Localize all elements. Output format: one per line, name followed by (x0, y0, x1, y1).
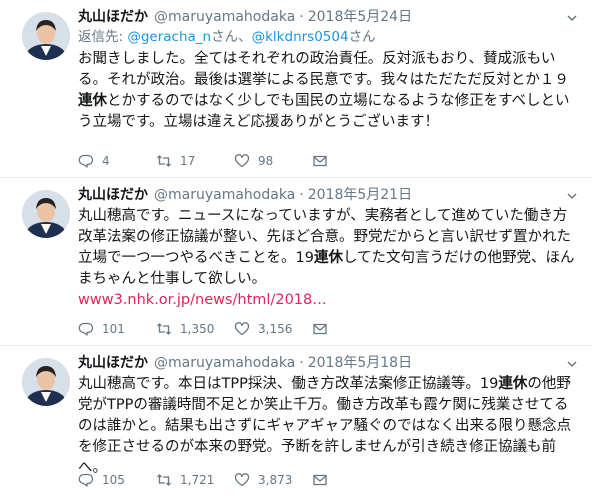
like-button[interactable]: 3,156 (234, 321, 312, 337)
separator: · (299, 187, 304, 203)
like-count: 98 (258, 154, 274, 168)
tweet-text-highlight: 連休 (78, 93, 107, 109)
tweet-text: 丸山穂高です。本日はTPP採決、働き方改革法案修正協議等。19連休の他野党がTP… (78, 374, 580, 479)
tweet[interactable]: 丸山ほだか @maruyamahodaka · 2018年5月21日 丸山穂高で… (0, 178, 592, 346)
reply-button[interactable]: 105 (78, 472, 156, 488)
avatar[interactable] (22, 190, 70, 238)
retweet-icon (157, 155, 171, 167)
reply-count: 4 (102, 154, 110, 168)
retweet-count: 1,721 (180, 473, 215, 487)
retweet-button[interactable]: 1,350 (156, 321, 234, 337)
retweet-button[interactable]: 17 (156, 153, 234, 169)
reply-icon (78, 473, 94, 487)
dm-button[interactable] (312, 321, 390, 337)
like-count: 3,873 (258, 473, 293, 487)
chevron-down-icon[interactable] (566, 190, 578, 202)
dm-button[interactable] (312, 472, 390, 488)
avatar[interactable] (22, 12, 70, 60)
reply-count: 105 (102, 473, 125, 487)
tweet-actions: 4 17 98 (78, 151, 390, 171)
reply-icon (78, 154, 94, 168)
separator: · (299, 9, 304, 25)
like-icon (234, 154, 250, 168)
chevron-down-icon[interactable] (566, 12, 578, 24)
like-icon (234, 473, 250, 487)
like-button[interactable]: 3,873 (234, 472, 312, 488)
tweet-text: お聞きしました。全てはそれぞれの政治責任。反対派もおり、賛成派もいる。それが政治… (78, 49, 580, 133)
reply-button[interactable]: 101 (78, 321, 156, 337)
tweet[interactable]: 丸山ほだか @maruyamahodaka · 2018年5月24日 返信先: … (0, 0, 592, 178)
tweet-date[interactable]: 2018年5月24日 (308, 8, 412, 26)
avatar[interactable] (22, 358, 70, 406)
tweet-text-highlight: 連休 (313, 250, 343, 266)
display-name[interactable]: 丸山ほだか (78, 186, 148, 204)
tweet-header: 丸山ほだか @maruyamahodaka · 2018年5月24日 (78, 8, 582, 26)
news-link[interactable]: www3.nhk.or.jp/news/html/2018… (78, 290, 582, 311)
tweet-text-part: とかするのではなく少しでも国民の立場になるような修正をすべしという立場です。立場… (78, 93, 570, 130)
tweet-date[interactable]: 2018年5月18日 (308, 354, 412, 372)
mention-link[interactable]: @geracha_n (127, 29, 211, 45)
timeline: 丸山ほだか @maruyamahodaka · 2018年5月24日 返信先: … (0, 0, 592, 496)
message-icon (313, 155, 327, 167)
tweet-actions: 101 1,350 3,156 (78, 319, 390, 339)
separator: · (299, 355, 304, 371)
mention-link[interactable]: @klkdnrs0504 (252, 29, 349, 45)
username[interactable]: @maruyamahodaka (154, 354, 295, 372)
tweet-actions: 105 1,721 3,873 (78, 470, 390, 490)
chevron-down-icon[interactable] (566, 358, 578, 370)
display-name[interactable]: 丸山ほだか (78, 8, 148, 26)
username[interactable]: @maruyamahodaka (154, 8, 295, 26)
tweet-header: 丸山ほだか @maruyamahodaka · 2018年5月18日 (78, 354, 582, 372)
tweet-text-part: お聞きしました。全てはそれぞれの政治責任。反対派もおり、賛成派もいる。それが政治… (78, 51, 569, 88)
message-icon (313, 474, 327, 486)
dm-button[interactable] (312, 153, 390, 169)
like-button[interactable]: 98 (234, 153, 312, 169)
message-icon (313, 323, 327, 335)
display-name[interactable]: 丸山ほだか (78, 354, 148, 372)
tweet-text-highlight: 連休 (498, 376, 528, 392)
username[interactable]: @maruyamahodaka (154, 186, 295, 204)
retweet-count: 17 (180, 154, 196, 168)
tweet-text-part: 丸山穂高です。本日はTPP採決、働き方改革法案修正協議等。19 (78, 376, 499, 392)
reply-prefix: 返信先: (78, 29, 128, 45)
reply-button[interactable]: 4 (78, 153, 156, 169)
retweet-button[interactable]: 1,721 (156, 472, 234, 488)
retweet-count: 1,350 (180, 322, 215, 336)
retweet-icon (157, 323, 171, 335)
retweet-icon (157, 474, 171, 486)
reply-mid: さん、 (211, 29, 252, 45)
reply-count: 101 (102, 322, 125, 336)
tweet-header: 丸山ほだか @maruyamahodaka · 2018年5月21日 (78, 186, 582, 204)
tweet-text: 丸山穂高です。ニュースになっていますが、実務者として進めていた働き方改革法案の修… (78, 206, 580, 290)
tweet-date[interactable]: 2018年5月21日 (308, 186, 412, 204)
reply-context: 返信先: @geracha_nさん、@klkdnrs0504さん (78, 28, 582, 47)
reply-suffix: さん (348, 29, 376, 45)
like-count: 3,156 (258, 322, 293, 336)
reply-icon (78, 322, 94, 336)
like-icon (234, 322, 250, 336)
tweet[interactable]: 丸山ほだか @maruyamahodaka · 2018年5月18日 丸山穂高で… (0, 346, 592, 496)
